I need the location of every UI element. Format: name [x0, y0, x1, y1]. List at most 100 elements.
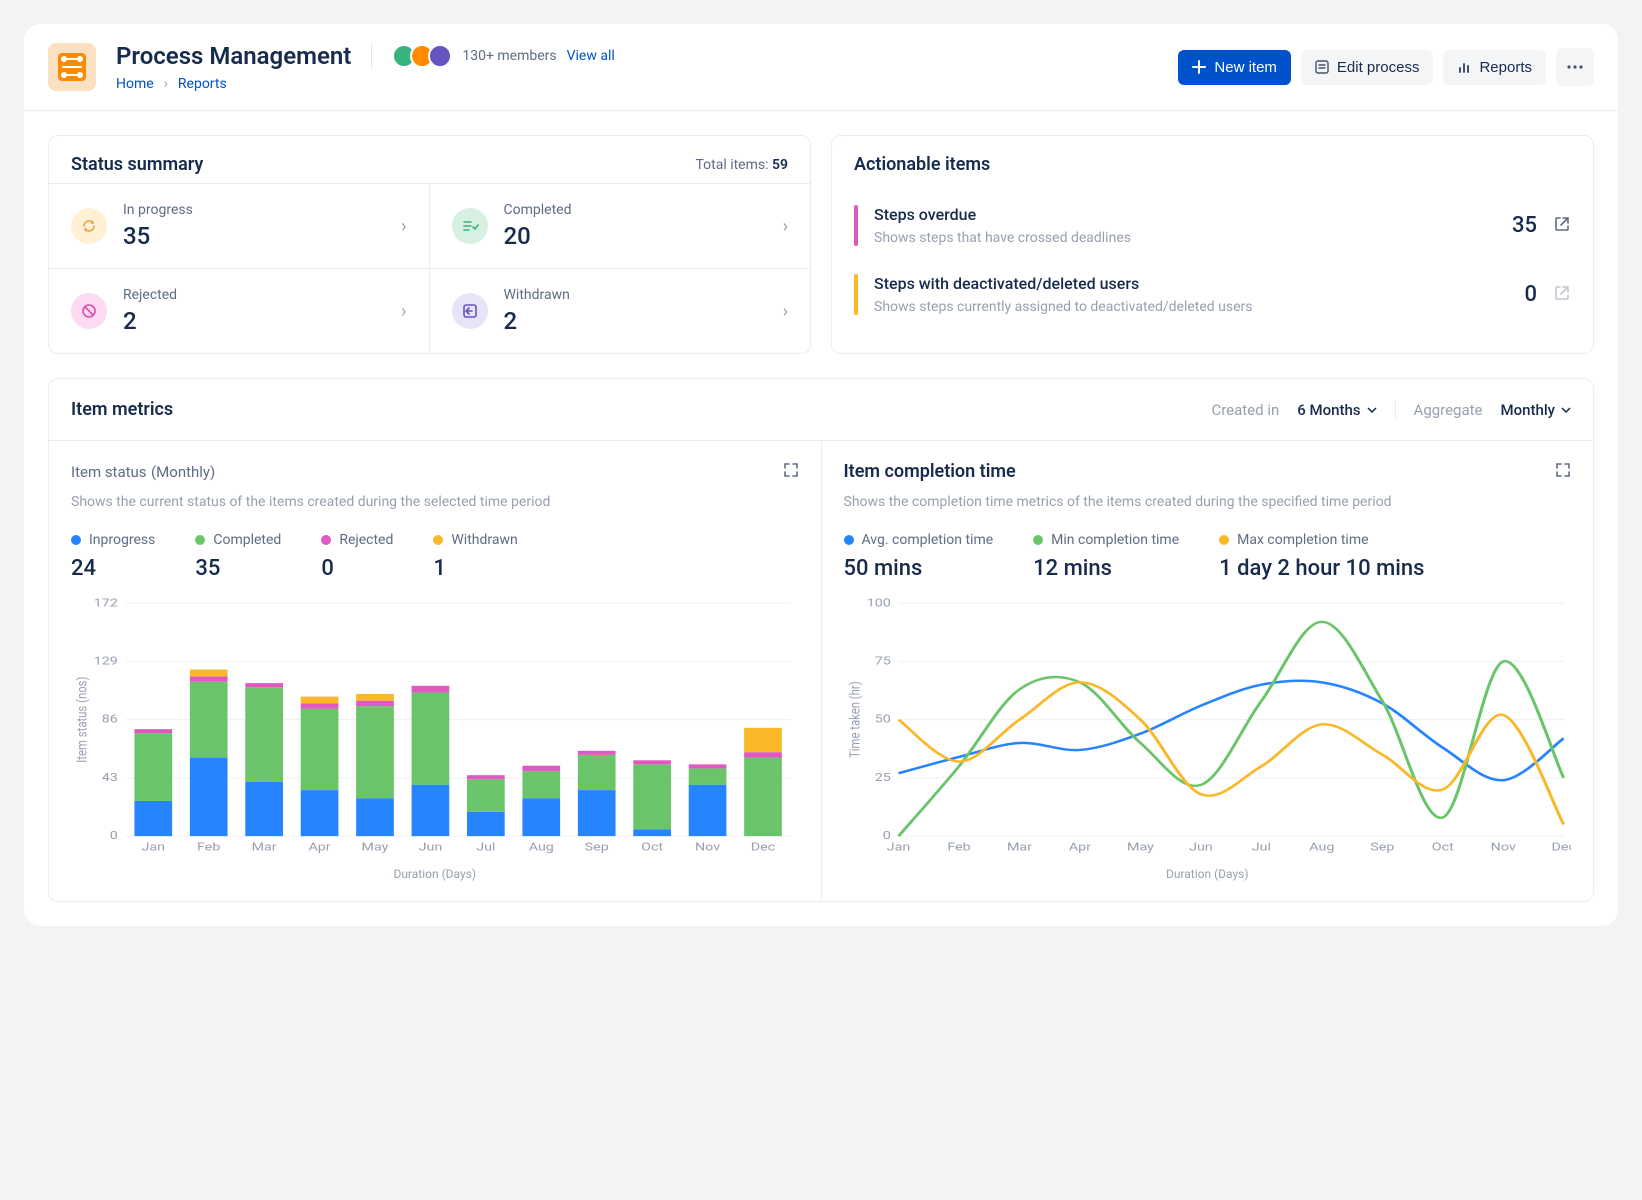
expand-icon[interactable]	[1555, 462, 1571, 482]
svg-text:Apr: Apr	[1068, 841, 1091, 854]
svg-text:43: 43	[102, 771, 118, 784]
chevron-right-icon: ›	[401, 301, 406, 322]
status-label: Completed	[504, 202, 767, 218]
legend-value: 0	[321, 556, 393, 581]
svg-text:Jun: Jun	[419, 841, 443, 854]
aggregate-dropdown[interactable]: Monthly	[1501, 401, 1571, 419]
action-count: 0	[1524, 282, 1537, 307]
app-icon	[48, 43, 96, 91]
status-value: 35	[123, 222, 385, 250]
more-icon	[1567, 65, 1583, 69]
edit-process-button[interactable]: Edit process	[1301, 50, 1434, 85]
new-item-label: New item	[1214, 59, 1277, 76]
line-chart: 0255075100Time taken (hr)JanFebMarAprMay…	[844, 597, 1572, 865]
legend-value: 1 day 2 hour 10 mins	[1219, 556, 1424, 581]
svg-text:Sep: Sep	[1370, 841, 1394, 854]
status-withdrawn[interactable]: Withdrawn 2 ›	[430, 268, 811, 353]
status-completed[interactable]: Completed 20 ›	[430, 183, 811, 268]
breadcrumb-reports[interactable]: Reports	[178, 76, 227, 92]
svg-text:0: 0	[110, 830, 118, 843]
external-link-icon[interactable]	[1553, 215, 1571, 237]
created-in-dropdown[interactable]: 6 Months	[1297, 401, 1376, 419]
svg-text:Jan: Jan	[886, 841, 910, 854]
svg-text:Jun: Jun	[1189, 841, 1213, 854]
svg-text:86: 86	[102, 713, 118, 726]
x-axis-title: Duration (Days)	[71, 867, 799, 881]
edit-icon	[1315, 60, 1329, 74]
legend-value: 50 mins	[844, 556, 994, 581]
svg-text:Jul: Jul	[476, 841, 495, 854]
svg-text:Feb: Feb	[197, 841, 220, 854]
item-status-panel: Item status (Monthly) Shows the current …	[49, 441, 822, 901]
completion-time-title: Item completion time	[844, 461, 1016, 482]
svg-text:Oct: Oct	[1431, 841, 1453, 854]
actionable-items-card: Actionable items Steps overdue Shows ste…	[831, 135, 1594, 354]
svg-text:Aug: Aug	[529, 841, 554, 854]
svg-text:Mar: Mar	[1006, 841, 1032, 854]
svg-text:Jan: Jan	[142, 841, 166, 854]
legend-value: 1	[433, 556, 517, 581]
legend-value: 35	[195, 556, 281, 581]
svg-text:Dec: Dec	[751, 841, 776, 854]
legend-value: 24	[71, 556, 155, 581]
metrics-title: Item metrics	[71, 399, 173, 420]
check-list-icon	[452, 208, 488, 244]
breadcrumb-home[interactable]: Home	[116, 76, 154, 92]
status-rejected[interactable]: Rejected 2 ›	[49, 268, 430, 353]
new-item-button[interactable]: New item	[1178, 50, 1291, 85]
plus-icon	[1192, 60, 1206, 74]
legend-label: Avg. completion time	[862, 532, 994, 548]
view-all-link[interactable]: View all	[567, 48, 615, 64]
more-menu-button[interactable]	[1556, 48, 1594, 86]
expand-icon[interactable]	[783, 462, 799, 482]
legend-label: Rejected	[339, 532, 393, 548]
edit-process-label: Edit process	[1337, 59, 1420, 76]
action-title: Steps overdue	[874, 205, 1496, 224]
action-steps-overdue[interactable]: Steps overdue Shows steps that have cros…	[832, 191, 1593, 260]
svg-text:Time taken (hr): Time taken (hr)	[847, 681, 864, 758]
svg-text:Aug: Aug	[1309, 841, 1334, 854]
total-items-label: Total items:	[695, 157, 768, 173]
legend-dot	[1219, 535, 1229, 545]
header: Process Management 130+ members View all…	[24, 24, 1618, 92]
status-value: 20	[504, 222, 767, 250]
bar-chart-icon	[1457, 60, 1471, 74]
svg-text:Apr: Apr	[308, 841, 331, 854]
chart-title-text: Item status	[71, 463, 147, 481]
svg-text:Dec: Dec	[1551, 841, 1571, 854]
svg-text:100: 100	[866, 597, 890, 610]
status-value: 2	[123, 307, 385, 335]
legend-dot	[1033, 535, 1043, 545]
svg-text:172: 172	[94, 597, 118, 610]
svg-text:May: May	[1127, 841, 1154, 854]
svg-text:Jul: Jul	[1251, 841, 1270, 854]
svg-text:Item status (nos): Item status (nos)	[74, 677, 91, 763]
x-axis-title: Duration (Days)	[844, 867, 1572, 881]
status-label: Withdrawn	[504, 287, 767, 303]
rejected-icon	[71, 293, 107, 329]
chart-subtitle: (Monthly)	[151, 463, 215, 481]
reports-button[interactable]: Reports	[1443, 50, 1546, 85]
action-deactivated-users[interactable]: Steps with deactivated/deleted users Sho…	[832, 260, 1593, 329]
svg-text:Oct: Oct	[641, 841, 663, 854]
created-in-value: 6 Months	[1297, 401, 1360, 419]
aggregate-label: Aggregate	[1414, 401, 1483, 419]
svg-text:129: 129	[94, 655, 118, 668]
status-in-progress[interactable]: In progress 35 ›	[49, 183, 430, 268]
svg-text:75: 75	[874, 655, 890, 668]
action-desc: Shows steps that have crossed deadlines	[874, 230, 1496, 246]
chevron-right-icon: ›	[164, 76, 168, 92]
app-window: Process Management 130+ members View all…	[24, 24, 1618, 926]
avatar	[428, 44, 452, 68]
svg-text:25: 25	[874, 771, 890, 784]
chevron-down-icon	[1367, 407, 1377, 413]
legend-dot	[195, 535, 205, 545]
legend-label: Max completion time	[1237, 532, 1368, 548]
status-value: 2	[504, 307, 767, 335]
summary-row: Status summary Total items: 59 In progre…	[24, 111, 1618, 378]
chevron-right-icon: ›	[401, 216, 406, 237]
created-in-label: Created in	[1211, 401, 1279, 419]
legend-value: 12 mins	[1033, 556, 1179, 581]
action-count: 35	[1512, 213, 1537, 238]
action-desc: Shows steps currently assigned to deacti…	[874, 299, 1508, 315]
